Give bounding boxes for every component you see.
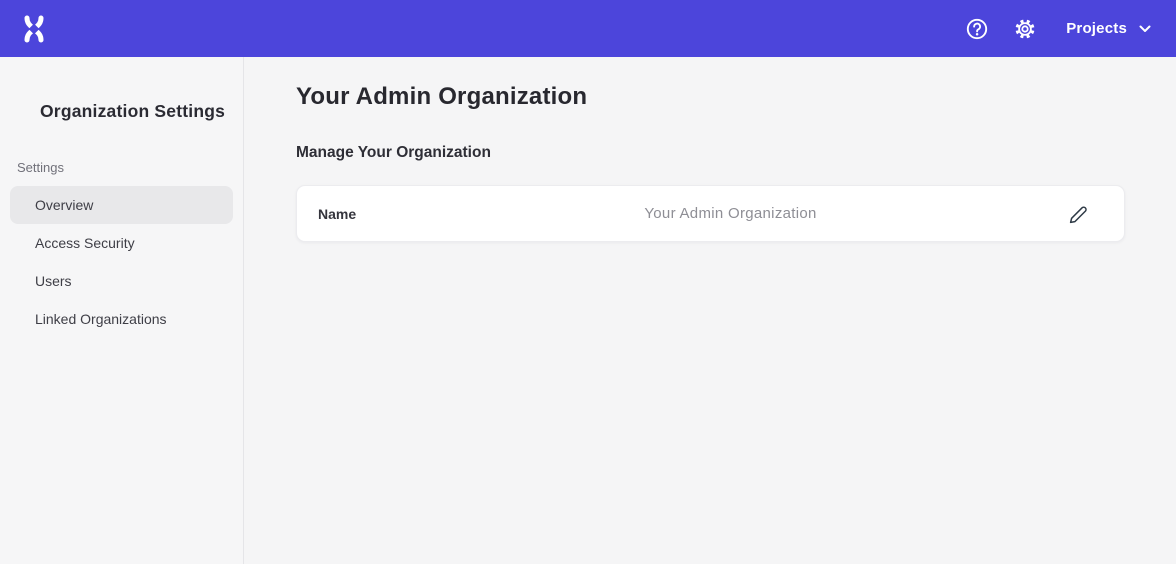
sidebar-item-label: Overview [35,197,93,213]
sidebar-item-overview[interactable]: Overview [10,186,233,224]
name-field-value: Your Admin Organization [644,205,816,222]
chevron-down-icon [1139,25,1151,33]
home-logo-button[interactable] [19,14,49,44]
sidebar: Organization Settings Settings Overview … [0,57,244,564]
sidebar-item-label: Linked Organizations [35,311,167,327]
gear-icon [1013,17,1037,41]
app-body: Organization Settings Settings Overview … [0,57,1176,564]
projects-dropdown[interactable]: Projects [1066,20,1151,37]
page-title: Your Admin Organization [296,83,1125,111]
sidebar-item-label: Users [35,273,72,289]
name-field-label: Name [318,206,356,222]
sidebar-item-linked-organizations[interactable]: Linked Organizations [10,300,233,338]
sidebar-item-users[interactable]: Users [10,262,233,300]
sidebar-title: Organization Settings [40,101,243,122]
sidebar-item-label: Access Security [35,235,135,251]
header-actions: Projects [965,17,1151,41]
mendix-logo-icon [19,14,49,44]
settings-button[interactable] [1013,17,1037,41]
edit-name-button[interactable] [1066,201,1092,227]
sidebar-section-label: Settings [17,160,243,175]
main-content: Your Admin Organization Manage Your Orga… [244,57,1176,564]
app-header: Projects [0,0,1176,57]
sidebar-item-access-security[interactable]: Access Security [10,224,233,262]
help-icon [965,17,989,41]
pencil-icon [1067,202,1091,226]
sidebar-nav: Overview Access Security Users Linked Or… [10,186,233,338]
name-field-row: Name Your Admin Organization [296,185,1125,242]
section-title: Manage Your Organization [296,144,1125,162]
help-button[interactable] [965,17,989,41]
projects-label: Projects [1066,20,1127,37]
